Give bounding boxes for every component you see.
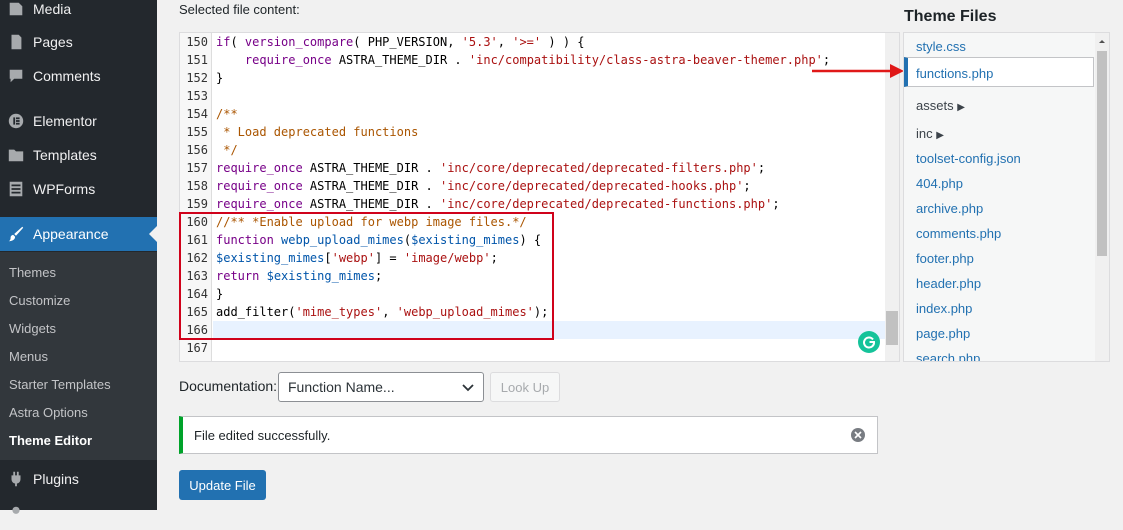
line-number: 159 bbox=[186, 197, 208, 211]
file-item[interactable]: style.css bbox=[916, 39, 966, 54]
menu-item-pages[interactable]: Pages bbox=[0, 25, 157, 59]
line-number: 156 bbox=[186, 143, 208, 157]
submenu-item-theme-editor[interactable]: Theme Editor bbox=[9, 433, 92, 448]
folder-label: assets bbox=[916, 98, 954, 113]
caret-right-icon: ▶ bbox=[957, 102, 965, 113]
file-item[interactable]: comments.php bbox=[916, 226, 1001, 241]
files-scroll-thumb[interactable] bbox=[1097, 51, 1107, 256]
line-number: 158 bbox=[186, 179, 208, 193]
paintbrush-icon bbox=[6, 224, 26, 244]
submenu-item-widgets[interactable]: Widgets bbox=[9, 321, 56, 336]
media-icon bbox=[6, 0, 26, 19]
plugin-icon bbox=[6, 469, 26, 489]
menu-item-templates[interactable]: Templates bbox=[0, 138, 157, 172]
code-line: require_once ASTRA_THEME_DIR . 'inc/comp… bbox=[244, 53, 831, 67]
menu-item-appearance[interactable]: Appearance bbox=[0, 217, 157, 251]
menu-item-media[interactable]: Media bbox=[0, 0, 157, 26]
select-value: Function Name... bbox=[288, 379, 395, 395]
pages-icon bbox=[6, 32, 26, 52]
menu-label: Plugins bbox=[33, 471, 79, 487]
menu-label: Appearance bbox=[33, 226, 109, 242]
submenu-item-menus[interactable]: Menus bbox=[9, 349, 48, 364]
appearance-submenu: Themes Customize Widgets Menus Starter T… bbox=[0, 252, 157, 460]
menu-item-elementor[interactable]: Elementor bbox=[0, 104, 157, 138]
file-item-active[interactable]: functions.php bbox=[916, 66, 993, 81]
code-line: if( version_compare( PHP_VERSION, '5.3',… bbox=[216, 35, 585, 49]
highlight-box bbox=[179, 212, 554, 340]
file-item[interactable]: search.php bbox=[916, 351, 980, 361]
code-line: /** bbox=[216, 107, 238, 121]
file-item[interactable]: toolset-config.json bbox=[916, 151, 1021, 166]
code-line: * Load deprecated functions bbox=[216, 125, 419, 139]
theme-files-title: Theme Files bbox=[904, 8, 997, 25]
look-up-button[interactable]: Look Up bbox=[490, 372, 560, 402]
users-icon bbox=[6, 503, 26, 523]
menu-label: Comments bbox=[33, 68, 101, 84]
caret-right-icon: ▶ bbox=[936, 130, 944, 141]
selected-file-label: Selected file content: bbox=[179, 2, 300, 17]
menu-label: Templates bbox=[33, 147, 97, 163]
function-name-select[interactable]: Function Name... bbox=[278, 372, 484, 402]
line-number: 151 bbox=[186, 53, 208, 67]
elementor-icon bbox=[6, 111, 26, 131]
file-item[interactable]: index.php bbox=[916, 301, 972, 316]
file-item[interactable]: header.php bbox=[916, 276, 981, 291]
red-arrow-icon bbox=[812, 64, 904, 78]
grammarly-icon[interactable] bbox=[858, 331, 880, 353]
line-number: 152 bbox=[186, 71, 208, 85]
line-number: 167 bbox=[186, 341, 208, 355]
admin-sidebar: Media Pages Comments Elementor Templates… bbox=[0, 0, 157, 514]
code-line: require_once ASTRA_THEME_DIR . 'inc/core… bbox=[216, 197, 780, 211]
folder-item[interactable]: inc ▶ bbox=[916, 126, 944, 141]
menu-label: Media bbox=[33, 1, 72, 17]
menu-item-comments[interactable]: Comments bbox=[0, 59, 157, 93]
scroll-up-icon[interactable] bbox=[1095, 36, 1109, 46]
file-item[interactable]: page.php bbox=[916, 326, 970, 341]
forms-icon bbox=[6, 179, 26, 199]
code-line: */ bbox=[216, 143, 238, 157]
submenu-item-starter-templates[interactable]: Starter Templates bbox=[9, 377, 111, 392]
line-number: 155 bbox=[186, 125, 208, 139]
success-notice: File edited successfully. bbox=[179, 416, 878, 454]
code-line: require_once ASTRA_THEME_DIR . 'inc/core… bbox=[216, 161, 766, 175]
update-file-button[interactable]: Update File bbox=[179, 470, 266, 500]
documentation-label: Documentation: bbox=[179, 378, 278, 394]
line-number: 150 bbox=[186, 35, 208, 49]
theme-files-list: style.css functions.php assets ▶ inc ▶ t… bbox=[903, 32, 1110, 362]
menu-label: WPForms bbox=[33, 181, 96, 197]
line-number: 153 bbox=[186, 89, 208, 103]
menu-item-wpforms[interactable]: WPForms bbox=[0, 172, 157, 206]
submenu-item-themes[interactable]: Themes bbox=[9, 265, 56, 280]
line-number: 157 bbox=[186, 161, 208, 175]
folder-icon bbox=[6, 145, 26, 165]
submenu-item-astra-options[interactable]: Astra Options bbox=[9, 405, 88, 420]
folder-label: inc bbox=[916, 126, 933, 141]
file-item[interactable]: footer.php bbox=[916, 251, 974, 266]
files-scrollbar[interactable] bbox=[1095, 33, 1109, 361]
code-line: } bbox=[216, 71, 224, 85]
file-item[interactable]: 404.php bbox=[916, 176, 963, 191]
editor-scroll-thumb[interactable] bbox=[886, 311, 898, 345]
submenu-item-customize[interactable]: Customize bbox=[9, 293, 70, 308]
menu-item-plugins[interactable]: Plugins bbox=[0, 462, 157, 496]
editor-scrollbar[interactable] bbox=[885, 33, 899, 361]
menu-label: Pages bbox=[33, 34, 73, 50]
chevron-down-icon bbox=[462, 384, 474, 392]
menu-label: Elementor bbox=[33, 113, 97, 129]
file-item[interactable]: archive.php bbox=[916, 201, 983, 216]
code-line: require_once ASTRA_THEME_DIR . 'inc/core… bbox=[216, 179, 751, 193]
notice-text: File edited successfully. bbox=[194, 427, 331, 443]
comments-icon bbox=[6, 66, 26, 86]
line-number: 154 bbox=[186, 107, 208, 121]
menu-item-users-partial[interactable] bbox=[0, 496, 157, 530]
dismiss-icon[interactable] bbox=[851, 428, 865, 442]
folder-item[interactable]: assets ▶ bbox=[916, 98, 965, 113]
